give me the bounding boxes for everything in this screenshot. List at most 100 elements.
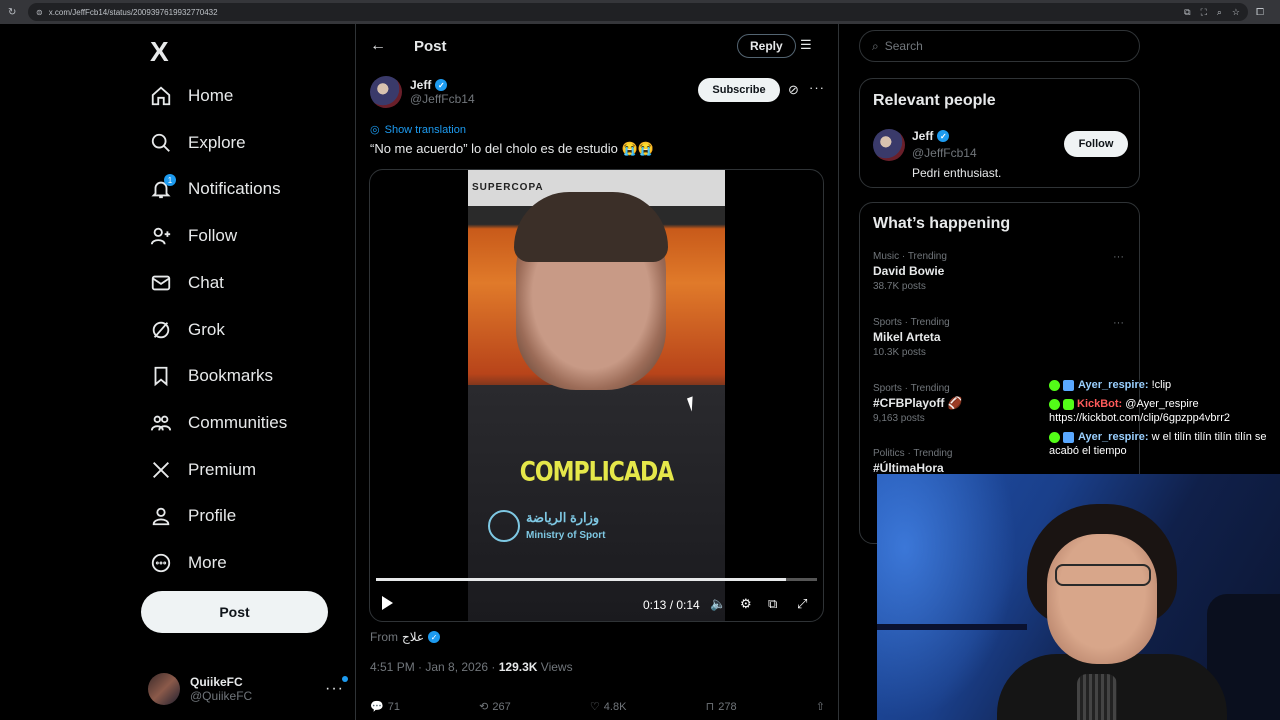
nav-explore-label: Explore — [188, 133, 246, 152]
search-icon — [150, 132, 172, 154]
trend-more-icon[interactable]: ··· — [1113, 317, 1124, 329]
verified-badge-icon: ✓ — [428, 631, 441, 643]
author-handle[interactable]: @JeffFcb14 — [410, 92, 475, 106]
translate-icon[interactable]: ⛶ — [1201, 7, 1207, 18]
account-handle: @QuiikeFC — [190, 689, 253, 703]
video-player[interactable]: SUPERCOPA COMPLICADA وزارة الرياضة Minis… — [369, 169, 824, 622]
chat-message: KickBot: @Ayer_respire https://kickbot.c… — [1049, 397, 1280, 425]
share-icon[interactable]: ⇧ — [816, 700, 825, 713]
avatar[interactable] — [873, 129, 905, 161]
fullscreen-icon[interactable]: ⤢ — [797, 596, 807, 612]
whats-happening-title: What’s happening — [873, 215, 1011, 232]
subscribe-button[interactable]: Subscribe — [698, 78, 780, 102]
reply-action[interactable]: 💬 71 — [370, 700, 400, 714]
play-icon[interactable] — [382, 596, 393, 610]
video-progress-bar[interactable] — [376, 578, 817, 581]
address-bar[interactable]: ⊜ x.com/JeffFcb14/status/200939761993277… — [28, 3, 1248, 21]
search-placeholder: Search — [884, 39, 923, 53]
compose-post-button[interactable]: Post — [141, 591, 328, 633]
notification-badge: 1 — [164, 174, 176, 186]
trend-category: Music · Trending — [873, 251, 947, 262]
account-name: QuiikeFC — [190, 675, 243, 689]
nav-bookmarks[interactable]: Bookmarks — [150, 356, 273, 396]
post-actions: 💬 71 ⟲ 267 ♡ 4.8K ⊓ 278 ⇧ — [370, 700, 825, 714]
trend-more-icon[interactable]: ··· — [1113, 251, 1124, 263]
nav-chat[interactable]: Chat — [150, 263, 224, 303]
from-label: From — [370, 630, 398, 644]
x-premium-icon — [150, 459, 172, 481]
video-controls: 0:13 / 0:14 🔈 ⚙ ⧉ ⤢ — [370, 590, 823, 620]
settings-gear-icon[interactable]: ⚙ — [740, 596, 752, 612]
moderator-badge-icon — [1049, 431, 1060, 443]
chat-username: Ayer_respire: — [1078, 379, 1149, 391]
relevant-name[interactable]: Jeff — [912, 129, 933, 143]
more-options-icon[interactable]: ··· — [809, 80, 825, 95]
relevant-bio: Pedri enthusiast. — [912, 166, 1002, 180]
repost-action[interactable]: ⟲ 267 — [479, 700, 511, 714]
volume-icon[interactable]: 🔈 — [710, 596, 726, 612]
bell-icon: 1 — [150, 174, 176, 200]
bookmark-action[interactable]: ⊓ 278 — [705, 700, 737, 714]
show-translation-label: Show translation — [384, 123, 466, 136]
trend-item[interactable]: Politics · Trending #ÚltimaHora — [873, 448, 952, 475]
popout-icon[interactable]: ⧉ — [768, 596, 777, 612]
mail-icon — [150, 272, 172, 294]
reply-button[interactable]: Reply — [737, 34, 796, 58]
relevant-handle[interactable]: @JeffFcb14 — [912, 146, 977, 160]
zoom-icon[interactable]: ⌕ — [1217, 7, 1222, 18]
post-author[interactable]: Jeff ✓ @JeffFcb14 — [370, 76, 475, 108]
nav-home-label: Home — [188, 86, 234, 105]
nav-notifications[interactable]: 1 Notifications — [150, 169, 281, 209]
back-arrow-icon[interactable]: ← — [370, 37, 414, 55]
nav-profile[interactable]: Profile — [150, 496, 236, 536]
avatar — [148, 673, 180, 705]
more-horizontal-icon[interactable]: ··· — [325, 676, 348, 698]
follow-button[interactable]: Follow — [1064, 131, 1128, 157]
video-person-hair — [514, 192, 668, 262]
reload-icon[interactable]: ↻ — [8, 7, 24, 18]
from-source[interactable]: علاج — [402, 630, 424, 644]
nav-premium[interactable]: Premium — [150, 450, 256, 490]
nav-communities[interactable]: Communities — [150, 403, 287, 443]
trend-item[interactable]: Music · Trending David Bowie 38.7K posts — [873, 251, 947, 292]
bookmark-star-icon[interactable]: ☆ — [1232, 7, 1240, 18]
trend-item[interactable]: Sports · Trending #CFBPlayoff 🏈 9,163 po… — [873, 383, 963, 424]
nav-home[interactable]: Home — [150, 76, 233, 116]
nav-notifications-label: Notifications — [188, 179, 281, 198]
globe-icon: ◎ — [370, 124, 380, 136]
account-switcher[interactable]: QuiikeFC @QuiikeFC ··· — [148, 669, 348, 709]
person-icon — [150, 505, 172, 527]
trend-category: Politics · Trending — [873, 448, 953, 459]
video-frame: SUPERCOPA COMPLICADA وزارة الرياضة Minis… — [468, 170, 725, 621]
nav-bookmarks-label: Bookmarks — [188, 366, 274, 385]
show-translation-link[interactable]: ◎ Show translation — [370, 123, 466, 137]
avatar[interactable] — [370, 76, 402, 108]
author-name[interactable]: Jeff — [410, 78, 431, 92]
trend-item[interactable]: Sports · Trending Mikel Arteta 10.3K pos… — [873, 317, 950, 358]
media-source: From علاج ✓ — [370, 630, 441, 644]
webcam-background-light — [877, 474, 1017, 720]
bookmark-icon: ⊓ — [705, 701, 715, 713]
post-column: ← Post Reply ☰ Jeff ✓ @JeffFcb14 Subscrib… — [355, 24, 839, 720]
x-logo[interactable]: X — [150, 36, 169, 68]
relevant-people-title: Relevant people — [873, 92, 996, 109]
subscriber-badge-icon — [1063, 431, 1074, 443]
nav-follow[interactable]: Follow — [150, 216, 237, 256]
grok-explain-icon[interactable]: ⊘ — [788, 82, 799, 98]
extensions-icon[interactable]: ⧠ — [1256, 7, 1264, 18]
site-info-icon[interactable]: ⊜ — [36, 8, 43, 17]
search-icon: ⌕ — [872, 38, 879, 53]
filter-icon[interactable]: ☰ — [800, 37, 812, 53]
like-action[interactable]: ♡ 4.8K — [590, 700, 627, 714]
post-timestamp[interactable]: 4:51 PM · Jan 8, 2026 · — [370, 660, 495, 674]
more-circle-icon — [150, 552, 172, 574]
nav-more[interactable]: More — [150, 543, 227, 583]
ministry-english-text: Ministry of Sport — [526, 530, 606, 541]
trend-name: David Bowie — [873, 264, 945, 278]
screenshot-icon[interactable]: ⧉ — [1184, 7, 1190, 18]
reply-icon: 💬 — [370, 701, 384, 713]
search-input[interactable]: ⌕ Search — [859, 30, 1140, 62]
webcam-person-face — [1047, 534, 1157, 664]
nav-grok[interactable]: Grok — [150, 310, 225, 350]
nav-explore[interactable]: Explore — [150, 123, 246, 163]
